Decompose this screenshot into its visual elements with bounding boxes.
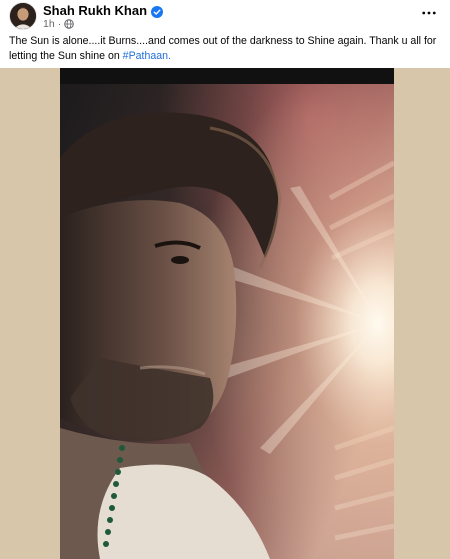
post-media <box>0 68 450 559</box>
author-row: Shah Rukh Khan <box>43 3 164 18</box>
author-name[interactable]: Shah Rukh Khan <box>43 3 147 18</box>
author-avatar[interactable] <box>9 2 37 30</box>
verified-badge-icon <box>151 5 164 18</box>
hashtag-link[interactable]: #Pathaan. <box>123 50 171 62</box>
meta-separator: · <box>57 18 62 30</box>
caption-text: The Sun is alone....it Burns....and come… <box>9 35 437 62</box>
globe-icon <box>64 19 74 29</box>
post-header: Shah Rukh Khan 1h · <box>0 0 450 32</box>
portrait-photo-image <box>60 68 394 559</box>
avatar-image <box>10 3 36 29</box>
post-caption: The Sun is alone....it Burns....and come… <box>9 34 444 64</box>
post-photo[interactable] <box>60 68 394 559</box>
more-options-button[interactable] <box>418 4 440 22</box>
more-horizontal-icon <box>422 11 436 15</box>
post-time[interactable]: 1h <box>43 18 55 30</box>
facebook-post: Shah Rukh Khan 1h · The Sun is alone....… <box>0 0 450 559</box>
post-meta: 1h · <box>43 18 74 30</box>
